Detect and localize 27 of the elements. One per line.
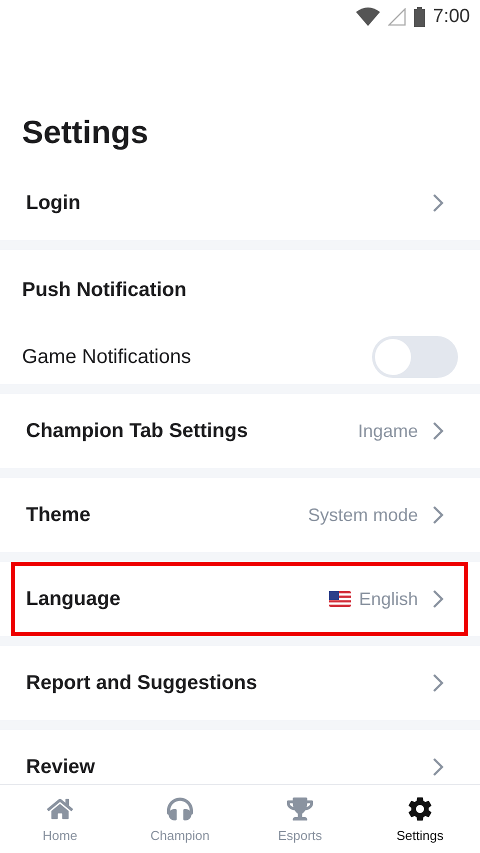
setting-value: Ingame xyxy=(358,420,418,442)
setting-label[interactable]: Review xyxy=(26,756,432,778)
signal-icon xyxy=(388,8,406,26)
setting-label[interactable]: Theme xyxy=(26,504,308,526)
status-time: 7:00 xyxy=(433,6,470,28)
chevron-right-icon xyxy=(432,193,444,213)
chevron-right-icon xyxy=(432,673,444,693)
page-title: Settings xyxy=(21,113,150,152)
setting-label[interactable]: Language xyxy=(26,588,329,610)
chevron-right-icon xyxy=(432,421,444,441)
chevron-right-icon xyxy=(432,757,444,777)
setting-value: System mode xyxy=(308,504,418,526)
toggle-switch[interactable] xyxy=(372,336,458,378)
nav-tab[interactable]: Settings xyxy=(360,785,480,853)
setting-value: English xyxy=(358,588,418,610)
headphones-icon xyxy=(167,796,193,822)
setting-label[interactable]: Champion Tab Settings xyxy=(26,420,358,442)
trophy-icon xyxy=(287,796,313,822)
battery-icon xyxy=(414,7,426,27)
chevron-right-icon xyxy=(432,589,444,609)
chevron-right-icon xyxy=(432,505,444,525)
setting-label[interactable]: Report and Suggestions xyxy=(26,672,432,694)
section-heading: Push Notification xyxy=(22,278,188,302)
wifi-icon xyxy=(356,7,380,27)
setting-label[interactable]: Login xyxy=(26,192,432,214)
setting-label: Game Notifications xyxy=(22,346,192,368)
settings-icon xyxy=(407,796,433,822)
